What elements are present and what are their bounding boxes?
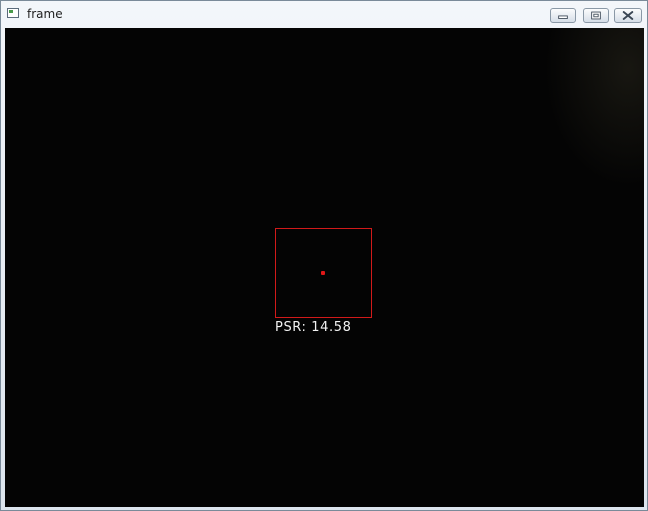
restore-icon bbox=[591, 11, 601, 20]
restore-button[interactable] bbox=[583, 8, 609, 23]
minimize-button[interactable] bbox=[550, 8, 576, 23]
title-bar[interactable]: frame bbox=[1, 1, 647, 28]
minimize-icon bbox=[558, 15, 568, 19]
app-window-icon[interactable] bbox=[7, 8, 19, 18]
scene-highlight bbox=[544, 28, 644, 188]
window-title: frame bbox=[27, 7, 63, 21]
app-window: frame PSR: 14.58 bbox=[0, 0, 648, 511]
video-frame: PSR: 14.58 bbox=[5, 28, 644, 507]
tracking-center-marker bbox=[321, 271, 325, 275]
psr-label: PSR: 14.58 bbox=[275, 320, 352, 335]
close-icon bbox=[622, 11, 634, 20]
close-button[interactable] bbox=[614, 8, 642, 23]
